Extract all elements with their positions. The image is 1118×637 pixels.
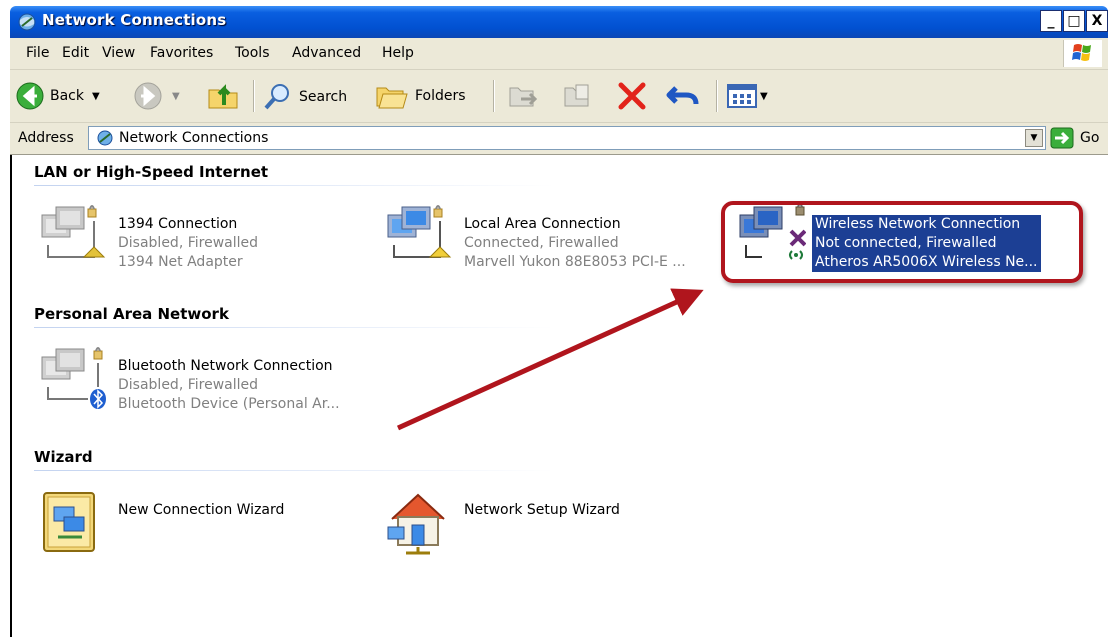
annotation-arrow (396, 288, 704, 431)
